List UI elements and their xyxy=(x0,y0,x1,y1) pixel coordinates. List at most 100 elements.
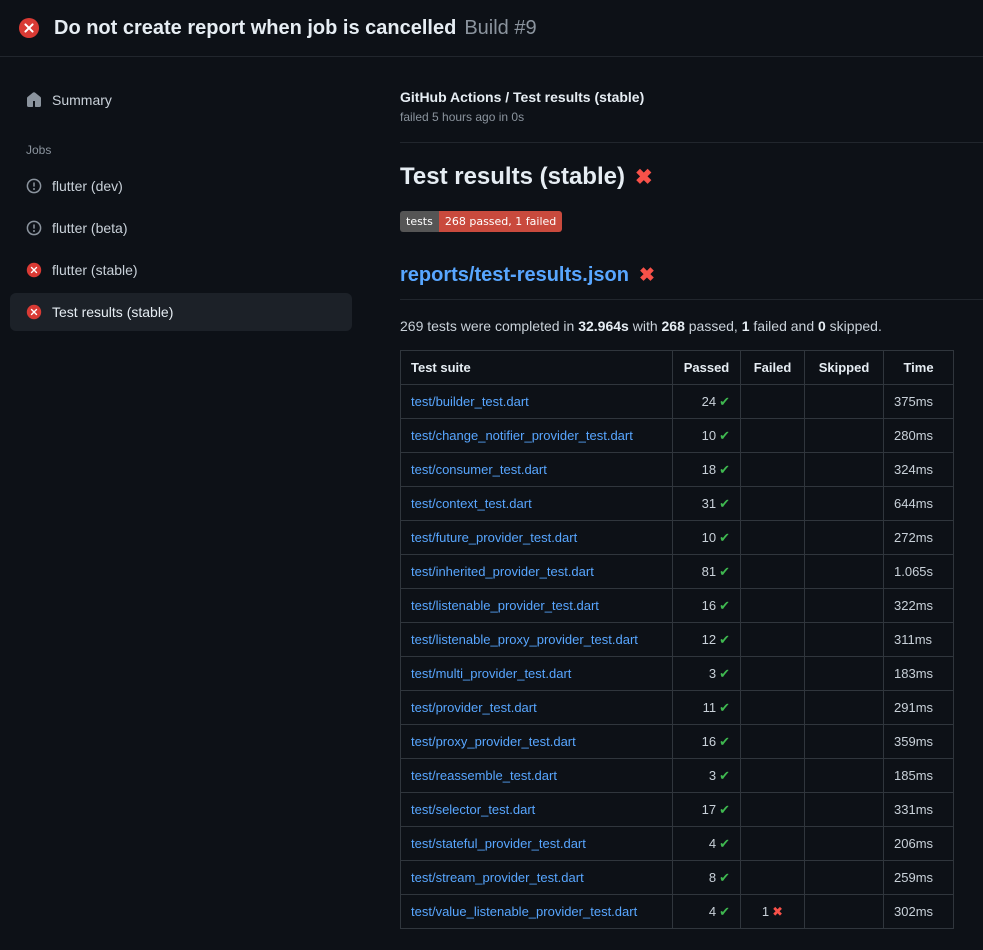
time-cell: 311ms xyxy=(884,623,954,657)
summary-total-time: 32.964s xyxy=(578,318,629,334)
main-content: GitHub Actions / Test results (stable) f… xyxy=(384,57,983,929)
failed-cell: ✖ xyxy=(741,521,805,555)
suite-cell: test/builder_test.dart xyxy=(401,385,673,419)
passed-count: 10 xyxy=(702,428,716,443)
run-title: Do not create report when job is cancell… xyxy=(54,17,456,40)
time-cell: 291ms xyxy=(884,691,954,725)
passed-cell: 31✔ xyxy=(673,487,741,521)
suite-link[interactable]: test/reassemble_test.dart xyxy=(411,768,557,783)
passed-cell: 3✔ xyxy=(673,759,741,793)
suite-cell: test/stateful_provider_test.dart xyxy=(401,827,673,861)
breadcrumb: GitHub Actions / Test results (stable) xyxy=(400,89,983,105)
suite-link[interactable]: test/change_notifier_provider_test.dart xyxy=(411,428,633,443)
divider xyxy=(400,142,983,143)
passed-count: 3 xyxy=(709,666,716,681)
suite-link[interactable]: test/listenable_provider_test.dart xyxy=(411,598,599,613)
suite-link[interactable]: test/context_test.dart xyxy=(411,496,532,511)
job-neutral-icon xyxy=(26,220,42,236)
passed-count: 4 xyxy=(709,904,716,919)
suite-link[interactable]: test/proxy_provider_test.dart xyxy=(411,734,576,749)
time-cell: 272ms xyxy=(884,521,954,555)
sidebar-item-summary[interactable]: Summary xyxy=(10,81,352,119)
passed-count: 12 xyxy=(702,632,716,647)
column-header-passed: Passed xyxy=(673,351,741,385)
suite-link[interactable]: test/future_provider_test.dart xyxy=(411,530,577,545)
suite-link[interactable]: test/selector_test.dart xyxy=(411,802,535,817)
table-row: test/builder_test.dart 24✔ ✖ 375ms xyxy=(401,385,954,419)
skipped-cell xyxy=(805,521,884,555)
job-failed-icon xyxy=(26,304,42,320)
failed-cell: ✖ xyxy=(741,623,805,657)
suite-link[interactable]: test/stateful_provider_test.dart xyxy=(411,836,586,851)
time-cell: 322ms xyxy=(884,589,954,623)
sidebar-job-item[interactable]: flutter (stable) xyxy=(10,251,352,289)
time-cell: 302ms xyxy=(884,895,954,929)
check-icon: ✔ xyxy=(719,836,730,851)
passed-cell: 4✔ xyxy=(673,895,741,929)
suite-link[interactable]: test/provider_test.dart xyxy=(411,700,537,715)
table-row: test/future_provider_test.dart 10✔ ✖ 272… xyxy=(401,521,954,555)
summary-text: skipped. xyxy=(826,318,882,334)
failed-x-icon: ✖ xyxy=(635,165,653,190)
skipped-cell xyxy=(805,691,884,725)
suite-link[interactable]: test/value_listenable_provider_test.dart xyxy=(411,904,637,919)
sidebar-job-item[interactable]: flutter (beta) xyxy=(10,209,352,247)
table-row: test/change_notifier_provider_test.dart … xyxy=(401,419,954,453)
suite-cell: test/stream_provider_test.dart xyxy=(401,861,673,895)
failed-cell: ✖ xyxy=(741,861,805,895)
run-failed-icon xyxy=(18,17,40,39)
run-meta: failed 5 hours ago in 0s xyxy=(400,110,983,124)
job-failed-icon xyxy=(26,262,42,278)
suite-link[interactable]: test/inherited_provider_test.dart xyxy=(411,564,594,579)
sidebar-item-label: Summary xyxy=(52,92,112,108)
check-icon: ✔ xyxy=(719,700,730,715)
suite-cell: test/reassemble_test.dart xyxy=(401,759,673,793)
failed-cell: ✖ xyxy=(741,759,805,793)
passed-cell: 16✔ xyxy=(673,725,741,759)
suite-link[interactable]: test/builder_test.dart xyxy=(411,394,529,409)
time-cell: 375ms xyxy=(884,385,954,419)
suite-link[interactable]: test/stream_provider_test.dart xyxy=(411,870,584,885)
check-icon: ✔ xyxy=(719,870,730,885)
table-row: test/listenable_proxy_provider_test.dart… xyxy=(401,623,954,657)
check-icon: ✔ xyxy=(719,462,730,477)
summary-line: 269 tests were completed in 32.964s with… xyxy=(400,318,983,334)
table-row: test/consumer_test.dart 18✔ ✖ 324ms xyxy=(401,453,954,487)
failed-cell: ✖ xyxy=(741,691,805,725)
passed-cell: 81✔ xyxy=(673,555,741,589)
suite-cell: test/change_notifier_provider_test.dart xyxy=(401,419,673,453)
suite-link[interactable]: test/multi_provider_test.dart xyxy=(411,666,571,681)
time-cell: 644ms xyxy=(884,487,954,521)
time-cell: 324ms xyxy=(884,453,954,487)
job-label: flutter (beta) xyxy=(52,220,127,236)
sidebar-job-item[interactable]: Test results (stable) xyxy=(10,293,352,331)
passed-cell: 3✔ xyxy=(673,657,741,691)
failed-cell: ✖ xyxy=(741,419,805,453)
column-header-skipped: Skipped xyxy=(805,351,884,385)
home-icon xyxy=(26,92,42,108)
badge-value: 268 passed, 1 failed xyxy=(439,211,562,232)
failed-cell: ✖ xyxy=(741,657,805,691)
table-row: test/value_listenable_provider_test.dart… xyxy=(401,895,954,929)
failed-cell: ✖ xyxy=(741,453,805,487)
sidebar-job-item[interactable]: flutter (dev) xyxy=(10,167,352,205)
table-header-row: Test suite Passed Failed Skipped Time xyxy=(401,351,954,385)
failed-cell: ✖ xyxy=(741,385,805,419)
job-neutral-icon xyxy=(26,178,42,194)
check-icon: ✔ xyxy=(719,496,730,511)
passed-cell: 12✔ xyxy=(673,623,741,657)
time-cell: 206ms xyxy=(884,827,954,861)
suite-cell: test/multi_provider_test.dart xyxy=(401,657,673,691)
suite-link[interactable]: test/consumer_test.dart xyxy=(411,462,547,477)
failed-cell: ✖ xyxy=(741,725,805,759)
skipped-cell xyxy=(805,861,884,895)
page-header: Do not create report when job is cancell… xyxy=(0,0,983,57)
summary-text: 269 tests were completed in xyxy=(400,318,578,334)
suite-cell: test/context_test.dart xyxy=(401,487,673,521)
report-link[interactable]: reports/test-results.json xyxy=(400,264,629,287)
report-heading: reports/test-results.json ✖ xyxy=(400,264,983,300)
suite-link[interactable]: test/listenable_proxy_provider_test.dart xyxy=(411,632,638,647)
skipped-cell xyxy=(805,759,884,793)
table-row: test/stateful_provider_test.dart 4✔ ✖ 20… xyxy=(401,827,954,861)
time-cell: 259ms xyxy=(884,861,954,895)
